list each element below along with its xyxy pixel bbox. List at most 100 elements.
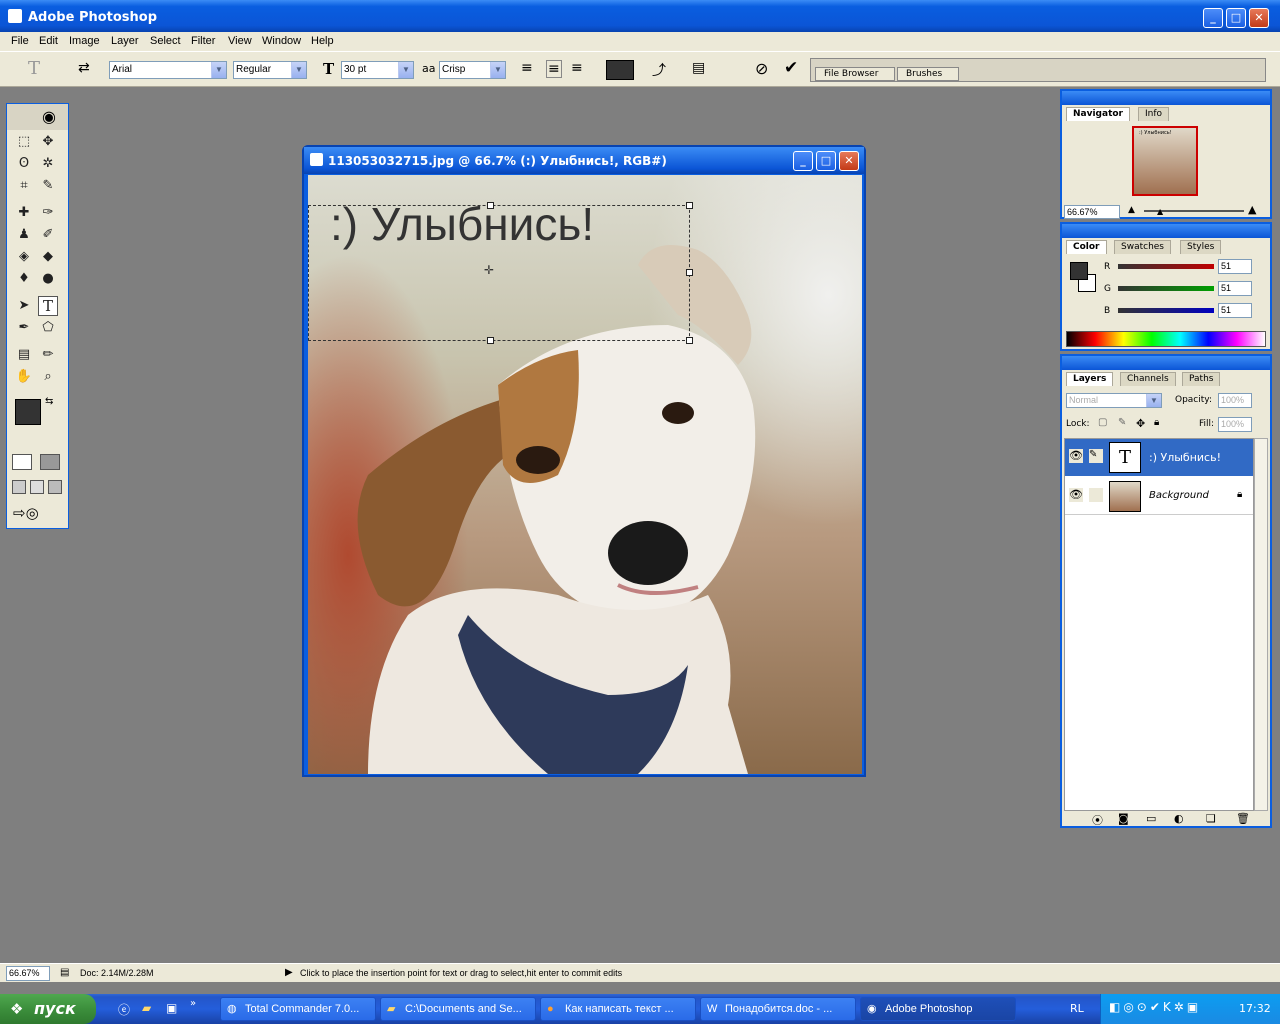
pen-tool-icon[interactable]: ✒ bbox=[14, 318, 34, 338]
lock-transparency-icon[interactable]: ▢ bbox=[1098, 417, 1107, 428]
stamp-tool-icon[interactable]: ♟ bbox=[14, 225, 34, 245]
jump-to-imageready-icon[interactable]: ⇨◎ bbox=[13, 504, 39, 522]
paint-bucket-icon[interactable]: ◆ bbox=[38, 247, 58, 267]
menu-image[interactable]: Image bbox=[69, 35, 100, 47]
doc-maximize-button[interactable]: □ bbox=[816, 151, 836, 171]
magic-wand-icon[interactable]: ✲ bbox=[38, 154, 58, 174]
bbox-handle-bottom-right[interactable] bbox=[686, 337, 693, 344]
visibility-eye-icon[interactable]: 👁︎ bbox=[1069, 449, 1083, 463]
commit-icon[interactable]: ✔ bbox=[784, 58, 798, 78]
task-explorer[interactable]: ▰ C:\Documents and Se... bbox=[380, 997, 536, 1021]
folder-icon[interactable]: ▰ bbox=[142, 1001, 151, 1015]
bbox-handle-right[interactable] bbox=[686, 269, 693, 276]
new-layer-icon[interactable]: ❏ bbox=[1206, 812, 1216, 825]
menu-layer[interactable]: Layer bbox=[111, 35, 139, 47]
navigator-thumbnail[interactable]: :) Улыбнись! bbox=[1132, 126, 1198, 196]
tab-navigator[interactable]: Navigator bbox=[1066, 107, 1130, 121]
move-tool-icon[interactable]: ✥ bbox=[38, 132, 58, 152]
path-select-icon[interactable]: ➤ bbox=[14, 296, 34, 316]
tab-styles[interactable]: Styles bbox=[1180, 240, 1222, 254]
align-center-icon[interactable]: ≡ bbox=[546, 60, 562, 78]
close-button[interactable]: ✕ bbox=[1249, 8, 1269, 28]
menu-file[interactable]: File bbox=[11, 35, 29, 47]
maximize-button[interactable]: □ bbox=[1226, 8, 1246, 28]
navigator-panel-header[interactable] bbox=[1062, 91, 1270, 105]
lock-all-icon[interactable]: 🔒︎ bbox=[1154, 417, 1159, 428]
eyedropper-icon[interactable]: ✏ bbox=[38, 345, 58, 365]
font-size-select[interactable]: 30 pt ▼ bbox=[341, 61, 414, 79]
type-tool-icon[interactable]: T bbox=[38, 296, 58, 316]
color-foreground-swatch[interactable] bbox=[1070, 262, 1088, 280]
tab-channels[interactable]: Channels bbox=[1120, 372, 1176, 386]
marquee-tool-icon[interactable]: ⬚ bbox=[14, 132, 34, 152]
color-panel-header[interactable] bbox=[1062, 224, 1270, 238]
notes-tool-icon[interactable]: ▤ bbox=[14, 345, 34, 365]
blur-tool-icon[interactable]: ♦ bbox=[14, 269, 34, 289]
eraser-tool-icon[interactable]: ◈ bbox=[14, 247, 34, 267]
app-title-bar[interactable]: Adobe Photoshop _ □ ✕ bbox=[0, 0, 1280, 32]
screen-mode-full-icon[interactable] bbox=[48, 480, 62, 494]
layer-row-background[interactable]: 👁︎ Background 🔒︎ bbox=[1065, 478, 1253, 515]
screen-mode-full-menu-icon[interactable] bbox=[30, 480, 44, 494]
layer-mask-icon[interactable]: ◙ bbox=[1118, 812, 1129, 825]
zoom-tool-icon[interactable]: ⌕ bbox=[38, 367, 58, 387]
start-button[interactable]: ❖ пуск bbox=[0, 994, 96, 1024]
language-indicator[interactable]: RL bbox=[1070, 1002, 1084, 1015]
doc-minimize-button[interactable]: _ bbox=[793, 151, 813, 171]
align-left-icon[interactable]: ≡ bbox=[521, 60, 533, 76]
channel-g-value[interactable]: 51 bbox=[1218, 281, 1252, 296]
layer-style-icon[interactable]: ⦿ bbox=[1092, 812, 1103, 828]
status-zoom-field[interactable]: 66.67% bbox=[6, 966, 50, 981]
doc-close-button[interactable]: ✕ bbox=[839, 151, 859, 171]
menu-window[interactable]: Window bbox=[262, 35, 301, 47]
channel-b-value[interactable]: 51 bbox=[1218, 303, 1252, 318]
tray-icons[interactable]: ◧◎⊙✔K✲▣ bbox=[1109, 1000, 1201, 1014]
font-style-select[interactable]: Regular ▼ bbox=[233, 61, 307, 79]
visibility-eye-icon[interactable]: 👁︎ bbox=[1069, 488, 1083, 502]
tab-layers[interactable]: Layers bbox=[1066, 372, 1114, 386]
tab-brushes[interactable]: Brushes bbox=[897, 67, 959, 81]
channel-r-slider[interactable] bbox=[1118, 264, 1214, 269]
trash-icon[interactable]: 🗑︎ bbox=[1236, 812, 1250, 825]
layer-row-text[interactable]: 👁︎ ✎ T :) Улыбнись! bbox=[1065, 439, 1253, 476]
bbox-handle-top-right[interactable] bbox=[686, 202, 693, 209]
image-canvas[interactable]: :) Улыбнись! ✛ bbox=[308, 175, 862, 774]
bbox-handle-bottom[interactable] bbox=[487, 337, 494, 344]
dodge-tool-icon[interactable]: ● bbox=[38, 269, 58, 289]
navigator-zoom-field[interactable]: 66.67% bbox=[1064, 205, 1120, 219]
hand-tool-icon[interactable]: ✋ bbox=[14, 367, 34, 387]
task-firefox[interactable]: ● Как написать текст ... bbox=[540, 997, 696, 1021]
standard-mode-icon[interactable] bbox=[12, 454, 32, 470]
fill-field[interactable]: 100% bbox=[1218, 417, 1252, 432]
color-ramp[interactable] bbox=[1066, 331, 1266, 347]
quicklaunch-more-icon[interactable]: » bbox=[190, 998, 196, 1009]
tab-paths[interactable]: Paths bbox=[1182, 372, 1221, 386]
tab-swatches[interactable]: Swatches bbox=[1114, 240, 1171, 254]
channel-r-value[interactable]: 51 bbox=[1218, 259, 1252, 274]
brush-tool-icon[interactable]: ✑ bbox=[38, 203, 58, 223]
quick-mask-icon[interactable] bbox=[40, 454, 60, 470]
align-right-icon[interactable]: ≡ bbox=[571, 60, 583, 76]
healing-brush-icon[interactable]: ✚ bbox=[14, 203, 34, 223]
shape-tool-icon[interactable]: ⬠ bbox=[38, 318, 58, 338]
menu-view[interactable]: View bbox=[228, 35, 252, 47]
zoom-slider-thumb[interactable]: ▲ bbox=[1157, 207, 1163, 216]
adjustment-layer-icon[interactable]: ◐ bbox=[1174, 812, 1184, 825]
font-family-select[interactable]: Arial ▼ bbox=[109, 61, 227, 79]
lock-image-icon[interactable]: ✎ bbox=[1118, 417, 1126, 428]
slice-tool-icon[interactable]: ✎ bbox=[38, 176, 58, 196]
status-arrow-icon[interactable]: ▶ bbox=[285, 967, 293, 978]
menu-filter[interactable]: Filter bbox=[191, 35, 215, 47]
channel-g-slider[interactable] bbox=[1118, 286, 1214, 291]
task-word[interactable]: W Понадобится.doc - ... bbox=[700, 997, 856, 1021]
document-title-bar[interactable]: 113053032715.jpg @ 66.7% (:) Улыбнись!, … bbox=[304, 147, 864, 174]
screen-mode-standard-icon[interactable] bbox=[12, 480, 26, 494]
antialias-select[interactable]: Crisp ▼ bbox=[439, 61, 506, 79]
tab-info[interactable]: Info bbox=[1138, 107, 1170, 121]
layers-scrollbar[interactable] bbox=[1254, 438, 1268, 811]
swap-colors-icon[interactable]: ⇆ bbox=[45, 396, 53, 407]
zoom-out-icon[interactable]: ▲ bbox=[1128, 205, 1135, 215]
opacity-field[interactable]: 100% bbox=[1218, 393, 1252, 408]
channel-b-slider[interactable] bbox=[1118, 308, 1214, 313]
foreground-color-swatch[interactable] bbox=[15, 399, 41, 425]
